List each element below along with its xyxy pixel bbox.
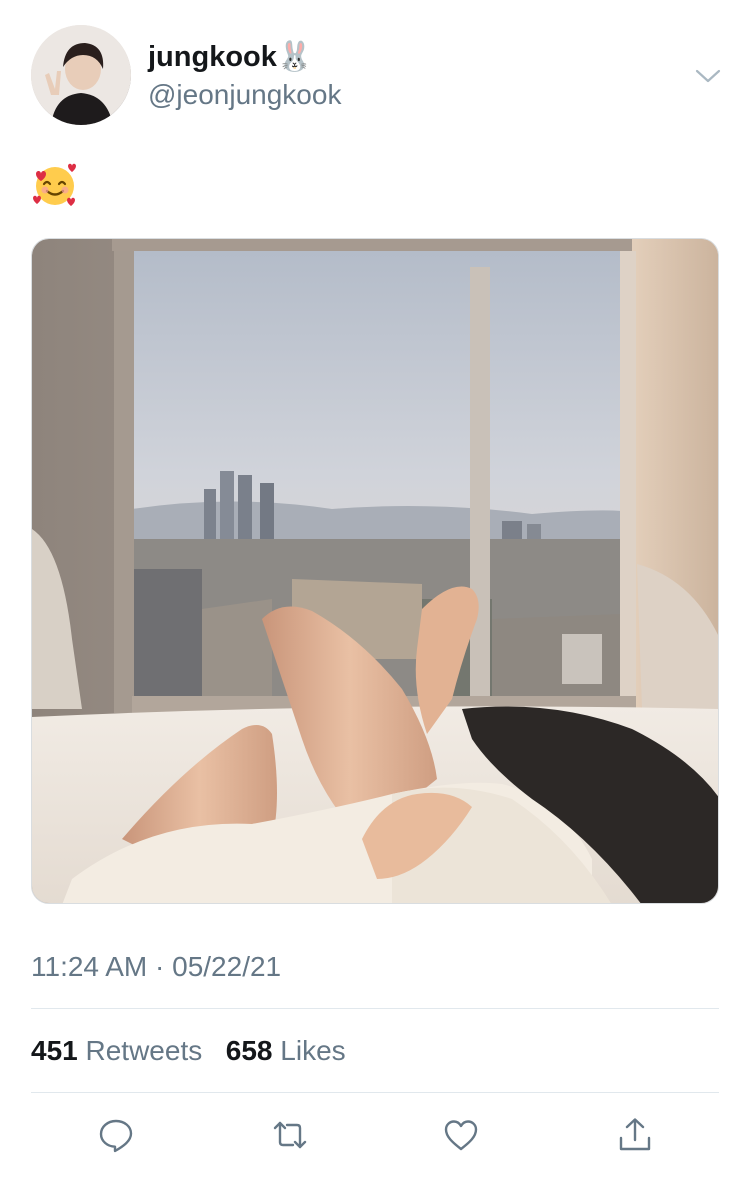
author-handle[interactable]: @jeonjungkook [148, 78, 341, 112]
likes-stat[interactable]: 658 Likes [226, 1035, 346, 1066]
share-button[interactable] [615, 1115, 655, 1155]
author-avatar[interactable] [31, 25, 131, 125]
reply-icon [99, 1119, 133, 1153]
heart-icon [444, 1120, 478, 1151]
author-display-name[interactable]: jungkook🐰 [148, 40, 313, 74]
divider [31, 1008, 719, 1009]
tweet-date: 05/22/21 [172, 951, 282, 982]
retweets-label: Retweets [85, 1035, 203, 1066]
divider [31, 1092, 719, 1093]
likes-label: Likes [280, 1035, 346, 1066]
retweets-stat[interactable]: 451 Retweets [31, 1035, 202, 1066]
display-name-text: jungkook [148, 41, 277, 73]
reply-button[interactable] [96, 1115, 136, 1155]
retweet-icon [273, 1121, 307, 1149]
timestamp-separator: · [155, 951, 165, 982]
retweets-count: 451 [31, 1035, 78, 1066]
photo-hotel-window-city-view [32, 239, 718, 903]
avatar-photo [31, 25, 131, 125]
share-icon [619, 1118, 651, 1151]
smiling-face-with-hearts-icon [33, 163, 76, 206]
tweet-text [30, 160, 80, 210]
tweet-photo[interactable] [31, 238, 719, 904]
tweet-timestamp[interactable]: 11:24 AM · 05/22/21 [31, 950, 281, 984]
tweet-time: 11:24 AM [31, 951, 148, 982]
chevron-down-icon[interactable] [692, 60, 724, 92]
rabbit-emoji-icon: 🐰 [276, 41, 313, 73]
tweet-stats: 451 Retweets 658 Likes [31, 1034, 346, 1068]
likes-count: 658 [225, 1035, 273, 1066]
retweet-button[interactable] [270, 1115, 310, 1155]
like-button[interactable] [441, 1115, 481, 1155]
